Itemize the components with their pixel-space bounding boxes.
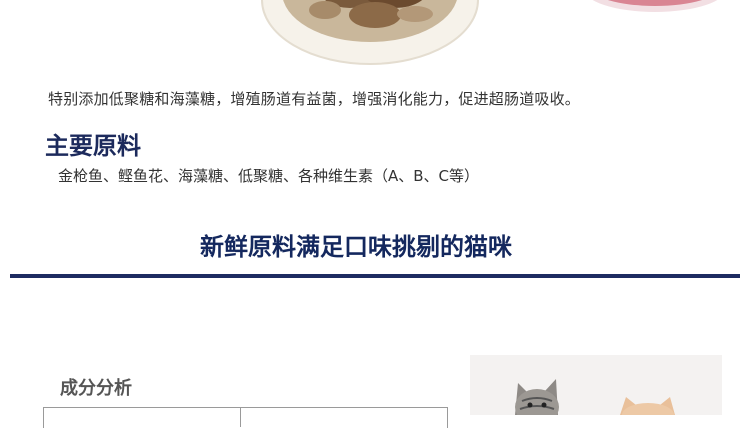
analysis-heading: 成分分析 xyxy=(60,378,132,399)
analysis-table-divider xyxy=(240,407,241,427)
product-description: 特别添加低聚糖和海藻糖，增殖肠道有益菌，增强消化能力，促进超肠道吸收。 xyxy=(48,90,581,108)
pink-can-image xyxy=(580,0,730,15)
food-plate-image xyxy=(255,0,485,65)
divider-rule xyxy=(10,274,740,278)
analysis-table xyxy=(43,407,448,428)
kittens-image xyxy=(470,355,722,415)
section-headline: 新鲜原料满足口味挑剔的猫咪 xyxy=(200,233,512,261)
ingredients-heading: 主要原料 xyxy=(45,132,141,160)
ingredients-text: 金枪鱼、鲣鱼花、海藻糖、低聚糖、各种维生素（A、B、C等） xyxy=(58,167,480,185)
